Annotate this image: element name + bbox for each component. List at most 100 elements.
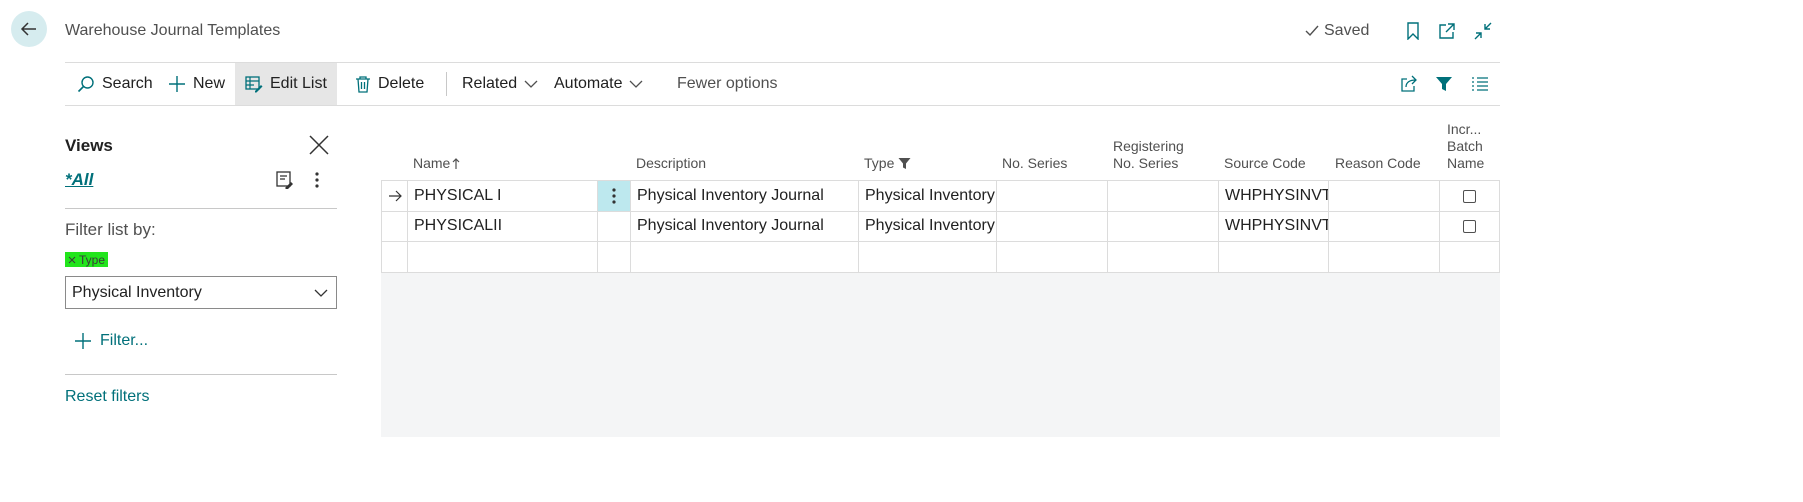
column-incr-line-3: Name: [1447, 155, 1485, 171]
checkmark-icon: [1304, 24, 1320, 38]
cell-registering-no-series[interactable]: [1108, 181, 1219, 212]
table-row[interactable]: PHYSICALII Physical Inventory Journal Ph…: [381, 211, 1500, 242]
cell-description[interactable]: [631, 242, 859, 273]
new-label: New: [193, 75, 226, 92]
column-incr-line-1: Incr...: [1447, 121, 1482, 137]
column-header-description[interactable]: Description: [636, 155, 706, 172]
share-icon: [1400, 75, 1418, 93]
saved-label: Saved: [1324, 22, 1370, 39]
column-type-label: Type: [864, 155, 895, 171]
back-button[interactable]: [11, 11, 47, 47]
page-title: Warehouse Journal Templates: [65, 22, 281, 39]
column-header-no-series[interactable]: No. Series: [1002, 155, 1067, 172]
views-title: Views: [65, 136, 113, 155]
add-filter-button[interactable]: Filter...: [74, 332, 148, 350]
row-actions-button[interactable]: [598, 181, 631, 212]
row-indicator[interactable]: [381, 242, 408, 273]
search-label: Search: [102, 75, 153, 92]
search-icon: [77, 75, 95, 93]
cell-description[interactable]: Physical Inventory Journal: [631, 211, 859, 242]
cell-source-code[interactable]: [1219, 242, 1329, 273]
filter-pane-button[interactable]: [1425, 63, 1463, 105]
table-row-new[interactable]: [381, 242, 1500, 273]
close-icon[interactable]: [308, 134, 330, 156]
saved-status: Saved: [1304, 22, 1369, 40]
column-header-incr-batch-name[interactable]: Incr... Batch Name: [1447, 121, 1484, 172]
cell-reason-code[interactable]: [1329, 211, 1440, 242]
plus-icon: [74, 332, 92, 350]
automate-menu[interactable]: Automate: [544, 63, 653, 105]
type-filter-select[interactable]: Physical Inventory: [65, 276, 337, 309]
table-row[interactable]: PHYSICAL I Physical Inventory Journal Ph…: [381, 180, 1500, 212]
related-menu[interactable]: Related: [452, 63, 548, 105]
fewer-options-button[interactable]: Fewer options: [667, 63, 788, 105]
cell-incr-batch-name[interactable]: [1440, 211, 1500, 242]
bookmark-icon[interactable]: [1402, 20, 1424, 42]
column-header-source-code[interactable]: Source Code: [1224, 155, 1306, 172]
edit-list-icon: [245, 75, 263, 93]
cell-type[interactable]: Physical Inventory: [859, 181, 997, 212]
action-bar: Search New Edit List Delete Related Auto…: [65, 62, 1500, 106]
open-new-window-icon[interactable]: [1436, 20, 1458, 42]
cell-registering-no-series[interactable]: [1108, 242, 1219, 273]
more-options-icon[interactable]: [313, 171, 321, 189]
sort-ascending-icon: [452, 157, 460, 170]
row-actions-button[interactable]: [598, 242, 631, 273]
cell-no-series[interactable]: [997, 211, 1108, 242]
chevron-down-icon: [629, 79, 643, 89]
grid-empty-area: [381, 271, 1500, 437]
row-actions-button[interactable]: [598, 211, 631, 242]
back-arrow-icon: [19, 19, 39, 39]
list-view-button[interactable]: [1461, 63, 1499, 105]
list-icon: [1471, 76, 1489, 92]
incr-batch-name-checkbox[interactable]: [1463, 189, 1476, 203]
row-indicator[interactable]: [381, 181, 408, 212]
collapse-icon[interactable]: [1472, 20, 1494, 42]
filter-icon: [898, 157, 911, 170]
cell-name[interactable]: [408, 242, 598, 273]
column-header-registering-no-series[interactable]: Registering No. Series: [1113, 138, 1184, 172]
current-row-arrow-icon: [388, 190, 402, 202]
cell-source-code[interactable]: WHPHYSINVT: [1219, 181, 1329, 212]
fewer-options-label: Fewer options: [677, 75, 778, 92]
cell-source-code[interactable]: WHPHYSINVT: [1219, 211, 1329, 242]
cell-registering-no-series[interactable]: [1108, 211, 1219, 242]
save-view-icon[interactable]: [276, 171, 294, 189]
cell-no-series[interactable]: [997, 242, 1108, 273]
chevron-down-icon: [524, 79, 538, 89]
delete-label: Delete: [378, 75, 425, 92]
row-indicator[interactable]: [381, 211, 408, 242]
edit-list-button[interactable]: Edit List: [235, 63, 337, 105]
column-name-label: Name: [413, 155, 451, 171]
column-incr-line-2: Batch: [1447, 138, 1483, 154]
column-header-reason-code[interactable]: Reason Code: [1335, 155, 1421, 172]
reset-filters-link[interactable]: Reset filters: [65, 388, 149, 406]
remove-filter-icon[interactable]: [68, 256, 76, 264]
search-button[interactable]: Search: [67, 63, 163, 105]
delete-button[interactable]: Delete: [345, 63, 434, 105]
filter-icon: [1435, 75, 1453, 93]
cell-type[interactable]: Physical Inventory: [859, 211, 997, 242]
add-filter-label: Filter...: [100, 332, 149, 349]
view-all-link[interactable]: *All: [65, 170, 93, 190]
cell-reason-code[interactable]: [1329, 181, 1440, 212]
edit-list-label: Edit List: [270, 75, 327, 92]
cell-name[interactable]: PHYSICAL I: [408, 181, 598, 212]
cell-incr-batch-name[interactable]: [1440, 242, 1500, 273]
new-button[interactable]: New: [158, 63, 235, 105]
type-filter-chip[interactable]: Type: [65, 252, 109, 267]
automate-label: Automate: [554, 75, 623, 92]
column-header-type[interactable]: Type: [864, 155, 911, 172]
cell-type[interactable]: [859, 242, 997, 273]
cell-description[interactable]: Physical Inventory Journal: [631, 181, 859, 212]
chevron-down-icon: [314, 288, 328, 298]
cell-name[interactable]: PHYSICALII: [408, 211, 598, 242]
cell-incr-batch-name[interactable]: [1440, 181, 1500, 212]
incr-batch-name-checkbox[interactable]: [1463, 219, 1476, 233]
column-registering-line-1: Registering: [1113, 138, 1184, 154]
share-button[interactable]: [1390, 63, 1428, 105]
type-filter-value: Physical Inventory: [72, 283, 202, 301]
column-header-name[interactable]: Name: [413, 155, 460, 172]
cell-no-series[interactable]: [997, 181, 1108, 212]
cell-reason-code[interactable]: [1329, 242, 1440, 273]
